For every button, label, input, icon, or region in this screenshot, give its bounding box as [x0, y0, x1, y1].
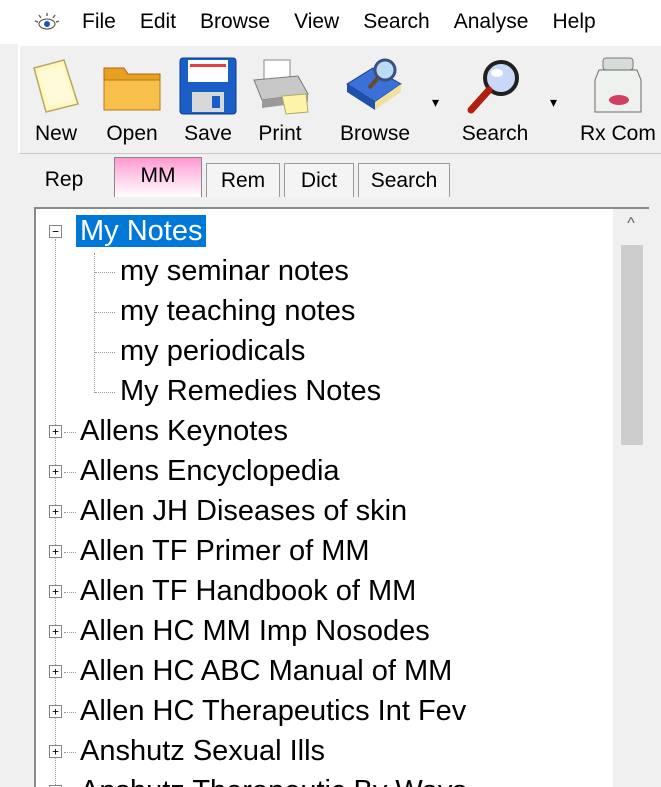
tree-node-remedies-notes[interactable]: My Remedies Notes [116, 371, 385, 411]
tree-connector [64, 512, 76, 513]
folder-icon [103, 67, 161, 111]
tree-connector [95, 312, 115, 313]
search-label: Search [461, 122, 529, 145]
expand-toggle[interactable]: + [49, 705, 62, 718]
tree-node-seminar-notes[interactable]: my seminar notes [116, 251, 353, 291]
expand-toggle[interactable]: + [49, 505, 62, 518]
expand-toggle[interactable]: + [49, 425, 62, 438]
menu-edit[interactable]: Edit [128, 0, 188, 44]
new-button[interactable]: New [26, 52, 86, 152]
tree-node-label: Allens Encyclopedia [80, 455, 340, 487]
tree-node-book[interactable]: Anshutz Sexual Ills [76, 731, 329, 771]
expand-toggle[interactable]: + [49, 665, 62, 678]
tree-node-label: Anshutz Therapeutic By Ways [76, 775, 471, 787]
tree-node-label: Allens Keynotes [80, 415, 288, 447]
expand-toggle[interactable]: + [49, 585, 62, 598]
tree-connector [64, 592, 76, 593]
tree-node-book[interactable]: Allen JH Diseases of skin [76, 491, 411, 531]
tree-connector [94, 253, 95, 393]
tree-node-book[interactable]: Allen HC Therapeutics Int Fev [76, 691, 470, 731]
save-label: Save [184, 122, 232, 145]
tree-connector [64, 752, 76, 753]
print-label: Print [258, 122, 302, 145]
rx-com-button[interactable]: Rx Com [576, 52, 661, 152]
tree-node-label: Allen TF Handbook of MM [80, 575, 417, 607]
open-label: Open [106, 122, 158, 145]
tree-node-label: My Notes [76, 215, 207, 247]
tree-node-periodicals[interactable]: my periodicals [116, 331, 309, 371]
menu-help[interactable]: Help [540, 0, 607, 44]
book-magnifier-icon [346, 58, 402, 110]
tree-node-book[interactable]: Allen HC MM Imp Nosodes [76, 611, 434, 651]
printer-icon [253, 59, 309, 115]
toolbar: New Open Save Print Browse ▾ Search ▾ Rx… [18, 44, 661, 154]
new-label: New [34, 122, 77, 145]
menu-view[interactable]: View [282, 0, 351, 44]
tab-mm[interactable]: MM [114, 157, 202, 197]
browse-dropdown-icon[interactable]: ▾ [432, 94, 439, 111]
browse-label: Browse [339, 122, 411, 145]
tree-node-book[interactable]: Allens Keynotes [76, 411, 292, 451]
tree-node-label: my periodicals [120, 335, 306, 367]
menu-analyse[interactable]: Analyse [442, 0, 541, 44]
tree-connector [64, 552, 76, 553]
tree-node-book[interactable]: Allen HC ABC Manual of MM [76, 651, 456, 691]
expand-toggle[interactable]: + [49, 625, 62, 638]
collapse-toggle[interactable]: − [49, 225, 62, 238]
search-button[interactable]: Search [452, 52, 538, 152]
tree-connector [64, 632, 76, 633]
menu-search[interactable]: Search [351, 0, 442, 44]
print-button[interactable]: Print [248, 52, 312, 152]
tab-rem[interactable]: Rem [206, 163, 280, 197]
browse-button[interactable]: Browse [330, 52, 420, 152]
tree-node-label: Allen HC ABC Manual of MM [80, 655, 453, 687]
tree-node-label: Allen HC Therapeutics Int Fev [80, 695, 467, 727]
open-button[interactable]: Open [100, 52, 164, 152]
tree-node-label: my seminar notes [120, 255, 349, 287]
book-tree: − My Notes my seminar notes my teaching … [36, 209, 613, 787]
save-button[interactable]: Save [178, 52, 238, 152]
expand-toggle[interactable]: + [49, 465, 62, 478]
scroll-up-icon[interactable]: ^ [613, 215, 649, 241]
magnifier-icon [467, 60, 519, 114]
tree-node-label: my teaching notes [120, 295, 356, 327]
tree-node-my-notes[interactable]: My Notes [76, 211, 207, 251]
tree-node-book[interactable]: Anshutz Therapeutic By Ways [76, 771, 471, 787]
tree-node-book[interactable]: Allen TF Handbook of MM [76, 571, 420, 611]
tree-node-book[interactable]: Allen TF Primer of MM [76, 531, 374, 571]
tree-connector [64, 432, 76, 433]
expand-toggle[interactable]: + [49, 545, 62, 558]
tree-node-label: Anshutz Sexual Ills [80, 735, 326, 767]
menu-file[interactable]: File [70, 0, 128, 44]
tree-node-label: My Remedies Notes [120, 375, 382, 407]
vertical-scrollbar[interactable]: ^ [613, 209, 649, 787]
tree-node-book[interactable]: Allens Encyclopedia [76, 451, 344, 491]
tree-node-teaching-notes[interactable]: my teaching notes [116, 291, 359, 331]
tree-connector [95, 272, 115, 273]
expand-toggle[interactable]: + [49, 745, 62, 758]
menu-browse[interactable]: Browse [188, 0, 282, 44]
new-document-icon [33, 59, 79, 113]
tree-node-label: Allen HC MM Imp Nosodes [80, 615, 430, 647]
tree-node-label: Allen TF Primer of MM [80, 535, 370, 567]
tree-node-label: Allen JH Diseases of skin [80, 495, 408, 527]
tree-connector [95, 352, 115, 353]
tree-connector [95, 392, 115, 393]
tree-connector [64, 472, 76, 473]
menu-bar: File Edit Browse View Search Analyse Hel… [0, 0, 661, 44]
tab-bar: Rep MM Rem Dict Search [18, 157, 454, 197]
tree-connector [64, 712, 76, 713]
tree-connector [64, 672, 76, 673]
scroll-thumb[interactable] [621, 245, 643, 445]
eye-icon[interactable] [32, 7, 62, 37]
search-dropdown-icon[interactable]: ▾ [550, 94, 557, 111]
rx-com-label: Rx Com [580, 122, 656, 145]
tab-rep[interactable]: Rep [18, 163, 110, 197]
medicine-jar-icon [594, 57, 642, 113]
tree-panel: − My Notes my seminar notes my teaching … [34, 207, 649, 787]
tab-dict[interactable]: Dict [284, 163, 354, 197]
tab-search[interactable]: Search [358, 163, 450, 197]
floppy-disk-icon [179, 57, 237, 115]
